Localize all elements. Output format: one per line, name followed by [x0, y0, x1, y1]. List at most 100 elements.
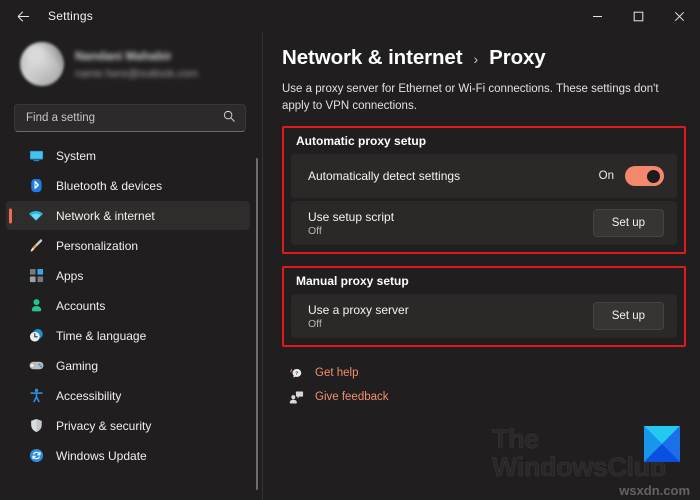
title-bar: Settings	[0, 0, 700, 32]
watermark: The WindowsClub wsxdn.com	[492, 422, 692, 498]
row-control: Set up	[592, 209, 664, 238]
app-title: Settings	[48, 9, 93, 23]
update-refresh-icon	[28, 448, 44, 464]
sidebar-item-label: Gaming	[56, 358, 99, 373]
account-profile[interactable]: Nandani Mahabir name.here@outlook.com	[6, 34, 254, 94]
person-icon	[28, 298, 44, 314]
profile-text: Nandani Mahabir name.here@outlook.com	[75, 49, 198, 80]
sidebar-nav: System Bluetooth & devices Network & int…	[0, 140, 262, 500]
search-icon[interactable]	[222, 109, 236, 128]
row-title: Automatically detect settings	[308, 169, 461, 184]
section-heading-manual: Manual proxy setup	[296, 274, 409, 289]
row-title: Use a proxy server	[308, 302, 409, 317]
feedback-person-icon	[288, 389, 304, 405]
row-texts: Automatically detect settings	[308, 169, 460, 183]
sidebar-item-accessibility[interactable]: Accessibility	[6, 381, 250, 410]
sidebar-item-label: Accounts	[56, 298, 106, 313]
sidebar-item-label: Windows Update	[56, 448, 147, 463]
row-subtitle: Off	[308, 224, 322, 237]
settings-window: Settings Nandani Mahabir name.here@outlo…	[0, 0, 700, 500]
sidebar-item-label: Time & language	[56, 328, 147, 343]
shield-icon	[28, 418, 44, 434]
page-title: Proxy	[489, 46, 546, 69]
row-automatically-detect-settings[interactable]: Automatically detect settings On	[291, 154, 677, 199]
page-description: Use a proxy server for Ethernet or Wi-Fi…	[282, 83, 659, 112]
sidebar-item-windows-update[interactable]: Windows Update	[6, 441, 250, 470]
sidebar-item-label: Apps	[56, 268, 84, 283]
close-button[interactable]	[659, 0, 700, 32]
automatically-detect-settings-toggle[interactable]	[625, 166, 664, 187]
help-bubble-icon: ?	[288, 365, 304, 381]
accessibility-icon	[28, 388, 44, 404]
clock-icon	[28, 328, 44, 344]
link-label: Give feedback	[315, 391, 389, 404]
row-subtitle: Off	[308, 317, 322, 330]
row-control: On	[598, 166, 664, 187]
minimize-icon	[592, 11, 603, 22]
row-control: Set up	[592, 302, 664, 331]
get-help-link[interactable]: ? Get help	[288, 361, 358, 385]
sidebar-item-bluetooth-devices[interactable]: Bluetooth & devices	[6, 171, 250, 200]
bluetooth-icon	[28, 178, 44, 194]
proxy-server-set-up-button[interactable]: Set up	[592, 302, 664, 331]
breadcrumb: Network & internet › Proxy	[282, 46, 686, 70]
sidebar-item-apps[interactable]: Apps	[6, 261, 250, 290]
give-feedback-link[interactable]: Give feedback	[288, 385, 389, 409]
apps-grid-icon	[28, 268, 44, 284]
profile-email: name.here@outlook.com	[75, 67, 199, 80]
sidebar-item-label: Bluetooth & devices	[56, 178, 163, 193]
sidebar-item-label: System	[56, 148, 97, 163]
row-use-setup-script[interactable]: Use setup script Off Set up	[291, 201, 677, 246]
manual-proxy-annotation: Manual proxy setup Use a proxy server Of…	[282, 266, 686, 348]
sidebar-item-time-language[interactable]: Time & language	[6, 321, 250, 350]
sidebar-scrollbar[interactable]	[256, 158, 258, 490]
sidebar-item-label: Accessibility	[56, 388, 122, 403]
sidebar-item-system[interactable]: System	[6, 141, 250, 170]
row-title: Use setup script	[308, 209, 395, 224]
breadcrumb-parent[interactable]: Network & internet	[282, 46, 463, 70]
toggle-state-label: On	[598, 170, 614, 183]
paintbrush-icon	[28, 238, 44, 254]
chevron-right-icon: ›	[473, 51, 479, 67]
sidebar-item-label: Privacy & security	[56, 418, 152, 433]
maximize-icon	[633, 11, 644, 22]
link-label: Get help	[315, 367, 359, 380]
search-box[interactable]	[14, 104, 246, 132]
watermark-line-2: WindowsClub	[492, 451, 667, 482]
close-icon	[674, 11, 685, 22]
row-texts: Use a proxy server Off	[308, 303, 409, 330]
row-texts: Use setup script Off	[308, 210, 394, 237]
svg-text:?: ?	[295, 370, 298, 376]
search-input[interactable]	[26, 112, 222, 124]
main-content: Network & internet › Proxy Use a proxy s…	[262, 32, 700, 500]
monitor-icon	[28, 148, 44, 164]
watermark-site: wsxdn.com	[619, 483, 690, 498]
sidebar-item-privacy-security[interactable]: Privacy & security	[6, 411, 250, 440]
watermark-line-1: The	[492, 424, 540, 454]
setup-script-set-up-button[interactable]: Set up	[592, 209, 664, 238]
minimize-button[interactable]	[577, 0, 618, 32]
automatic-proxy-annotation: Automatic proxy setup Automatically dete…	[282, 126, 686, 255]
back-arrow-icon	[16, 9, 31, 24]
back-button[interactable]	[6, 1, 40, 31]
sidebar-item-network-internet[interactable]: Network & internet	[6, 201, 250, 230]
footer-links: ? Get help Give feedback	[288, 361, 686, 409]
window-controls	[577, 0, 700, 32]
sidebar-item-personalization[interactable]: Personalization	[6, 231, 250, 260]
avatar	[20, 42, 64, 86]
sidebar-item-accounts[interactable]: Accounts	[6, 291, 250, 320]
section-heading-automatic: Automatic proxy setup	[296, 134, 427, 149]
wifi-icon	[28, 208, 44, 224]
gamepad-icon	[28, 358, 44, 374]
sidebar: Nandani Mahabir name.here@outlook.com Fi…	[0, 32, 262, 500]
window-body: Nandani Mahabir name.here@outlook.com Fi…	[0, 32, 700, 500]
sidebar-item-label: Personalization	[56, 238, 139, 253]
sidebar-item-gaming[interactable]: Gaming	[6, 351, 250, 380]
windowsclub-logo-icon	[644, 426, 680, 462]
watermark-text: The WindowsClub	[492, 424, 667, 482]
toggle-knob	[647, 169, 660, 183]
sidebar-item-label: Network & internet	[56, 208, 155, 223]
row-use-a-proxy-server[interactable]: Use a proxy server Off Set up	[291, 294, 677, 339]
maximize-button[interactable]	[618, 0, 659, 32]
profile-name: Nandani Mahabir	[75, 48, 172, 63]
